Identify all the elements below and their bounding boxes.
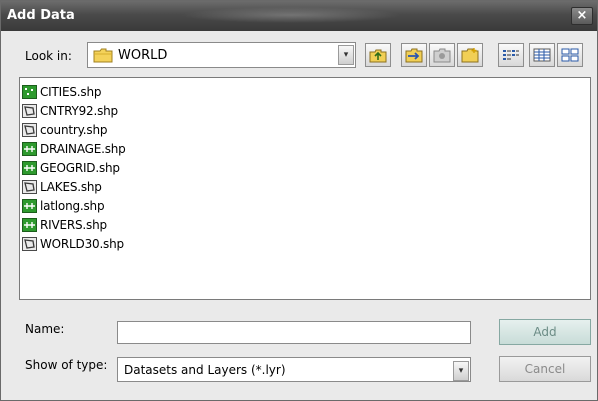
disconnect-folder-icon [433, 48, 451, 63]
show-of-type-dropdown-button[interactable]: ▾ [453, 361, 469, 381]
up-one-level-icon [369, 49, 387, 63]
details-view-icon [533, 48, 551, 62]
add-button[interactable]: Add [499, 319, 591, 345]
thumbnails-view-button[interactable] [557, 43, 583, 67]
new-folder-button[interactable] [457, 43, 483, 67]
file-name: latlong.shp [40, 198, 105, 213]
polygon-shapefile-icon [22, 236, 37, 251]
show-of-type-label: Show of type: [25, 358, 108, 372]
list-item[interactable]: CNTRY92.shp [22, 101, 118, 120]
look-in-value: WORLD [118, 48, 168, 63]
folder-icon [93, 48, 113, 63]
connect-to-folder-icon [405, 48, 423, 63]
list-item[interactable]: CITIES.shp [22, 82, 101, 101]
details-view-button[interactable] [529, 43, 555, 67]
list-item[interactable]: WORLD30.shp [22, 234, 124, 253]
file-name: WORLD30.shp [40, 236, 124, 251]
line-shapefile-icon [22, 217, 37, 232]
file-name: country.shp [40, 122, 108, 137]
close-button[interactable]: × [571, 7, 593, 25]
point-shapefile-icon [22, 84, 37, 99]
close-icon: × [576, 8, 588, 23]
new-folder-icon [461, 48, 479, 63]
title-bar[interactable]: Add Data × [1, 1, 597, 31]
list-item[interactable]: DRAINAGE.shp [22, 139, 126, 158]
list-item[interactable]: RIVERS.shp [22, 215, 107, 234]
file-name: DRAINAGE.shp [40, 141, 126, 156]
connect-to-folder-button[interactable] [401, 43, 427, 67]
file-name: GEOGRID.shp [40, 160, 120, 175]
polygon-shapefile-icon [22, 103, 37, 118]
list-view-icon [503, 50, 519, 60]
list-item[interactable]: country.shp [22, 120, 107, 139]
file-list[interactable]: CITIES.shp CNTRY92.shp country.shp DRAIN… [19, 77, 591, 300]
look-in-dropdown-button[interactable]: ▾ [338, 45, 354, 65]
list-item[interactable]: GEOGRID.shp [22, 158, 120, 177]
file-name: RIVERS.shp [40, 217, 107, 232]
look-in-label: Look in: [25, 49, 72, 63]
show-of-type-dropdown[interactable]: Datasets and Layers (*.lyr) ▾ [117, 357, 471, 382]
dialog-title: Add Data [7, 8, 75, 23]
cancel-button[interactable]: Cancel [499, 356, 591, 382]
up-one-level-button[interactable] [365, 43, 391, 67]
list-item[interactable]: latlong.shp [22, 196, 105, 215]
title-bar-highlight [181, 7, 401, 23]
add-data-dialog: Add Data × Look in: WORLD ▾ CITIES.shp C… [0, 0, 598, 401]
file-name: CNTRY92.shp [40, 103, 118, 118]
list-item[interactable]: LAKES.shp [22, 177, 102, 196]
thumbnails-view-icon [561, 48, 579, 62]
polygon-shapefile-icon [22, 179, 37, 194]
show-of-type-value: Datasets and Layers (*.lyr) [124, 363, 286, 377]
file-name: LAKES.shp [40, 179, 102, 194]
line-shapefile-icon [22, 160, 37, 175]
list-view-button[interactable] [498, 43, 524, 67]
polygon-shapefile-icon [22, 122, 37, 137]
look-in-dropdown[interactable]: WORLD ▾ [87, 42, 356, 68]
name-label: Name: [25, 322, 65, 336]
disconnect-folder-button[interactable] [429, 43, 455, 67]
name-input[interactable] [117, 321, 471, 344]
line-shapefile-icon [22, 141, 37, 156]
line-shapefile-icon [22, 198, 37, 213]
file-name: CITIES.shp [40, 84, 102, 99]
